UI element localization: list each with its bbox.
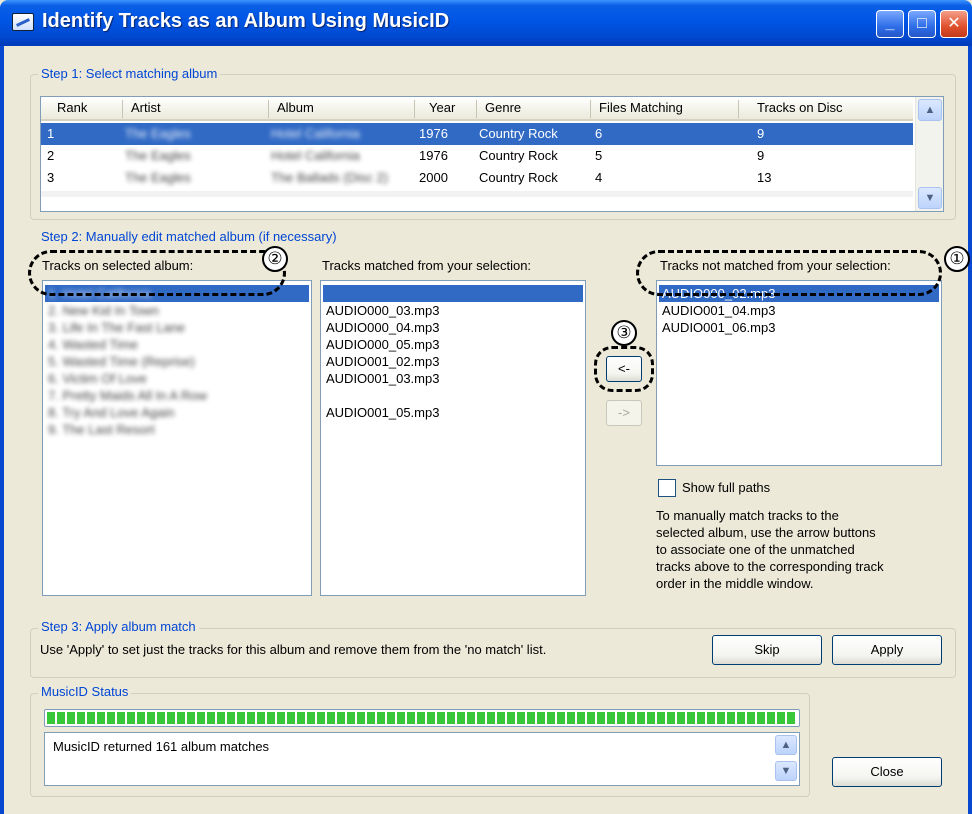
- list-item[interactable]: AUDIO001_04.mp3: [659, 302, 775, 319]
- close-button[interactable]: Close: [832, 757, 942, 787]
- step2-legend: Step 2: Manually edit matched album (if …: [38, 229, 340, 244]
- album-tracks-list[interactable]: 1. Hotel California 2. New Kid In Town 3…: [42, 280, 312, 596]
- row-tracks-on-disc: 13: [757, 170, 772, 185]
- row-album: The Ballads (Disc 2): [271, 170, 389, 185]
- annotation-marker-1: ①: [944, 246, 970, 272]
- col-files-matching[interactable]: Files Matching: [591, 100, 739, 118]
- row-genre: Country Rock: [479, 148, 558, 163]
- row-year: 1976: [419, 148, 448, 163]
- list-item[interactable]: 4. Wasted Time: [45, 336, 138, 353]
- album-row[interactable]: 1 The Eagles Hotel California 1976 Count…: [41, 123, 913, 145]
- row-year: 2000: [419, 170, 448, 185]
- annotation-highlight-1: [636, 250, 942, 296]
- progress-fill: [47, 712, 797, 724]
- col-rank[interactable]: Rank: [41, 100, 123, 118]
- row-genre: Country Rock: [479, 170, 558, 185]
- status-textbox[interactable]: MusicID returned 161 album matches ▲ ▼: [44, 732, 800, 786]
- col-artist[interactable]: Artist: [123, 100, 269, 118]
- row-artist: The Eagles: [125, 148, 191, 163]
- annotation-marker-3: ③: [611, 320, 637, 346]
- step1-legend: Step 1: Select matching album: [38, 66, 221, 81]
- list-item[interactable]: AUDIO000_05.mp3: [323, 336, 439, 353]
- album-list-scrollbar[interactable]: ▲ ▼: [915, 97, 943, 211]
- col-genre[interactable]: Genre: [477, 100, 591, 118]
- status-message: MusicID returned 161 album matches: [53, 739, 270, 754]
- maximize-button[interactable]: □: [908, 10, 936, 38]
- step3-legend: Step 3: Apply album match: [38, 619, 199, 634]
- row-year: 1976: [419, 126, 448, 141]
- row-album: Hotel California: [271, 126, 360, 141]
- show-full-paths-checkbox[interactable]: [658, 479, 676, 497]
- col-album[interactable]: Album: [269, 100, 415, 118]
- list-item[interactable]: 9. The Last Resort: [45, 421, 155, 438]
- row-artist: The Eagles: [125, 126, 191, 141]
- list-item[interactable]: 5. Wasted Time (Reprise): [45, 353, 195, 370]
- list-item[interactable]: [323, 285, 583, 302]
- album-list-header: Rank Artist Album Year Genre Files Match…: [41, 97, 913, 121]
- app-icon: [12, 13, 34, 31]
- unmatched-tracks-list[interactable]: AUDIO000_02.mp3 AUDIO001_04.mp3 AUDIO001…: [656, 280, 942, 466]
- matched-tracks-list[interactable]: AUDIO000_03.mp3 AUDIO000_04.mp3 AUDIO000…: [320, 280, 586, 596]
- row-artist: The Eagles: [125, 170, 191, 185]
- row-rank: 2: [47, 148, 55, 163]
- list-item[interactable]: 8. Try And Love Again: [45, 404, 174, 421]
- annotation-marker-2: ②: [262, 246, 288, 272]
- row-files-matching: 5: [595, 148, 603, 163]
- col-tracks-on-disc[interactable]: Tracks on Disc: [739, 100, 913, 118]
- close-window-button[interactable]: ✕: [940, 10, 968, 38]
- row-album: Hotel California: [271, 148, 360, 163]
- album-row[interactable]: 2 The Eagles Hotel California 1976 Count…: [41, 145, 913, 167]
- list-item[interactable]: AUDIO001_02.mp3: [323, 353, 439, 370]
- status-legend: MusicID Status: [38, 684, 132, 699]
- progress-bar: [44, 709, 800, 727]
- list-item[interactable]: AUDIO000_03.mp3: [323, 302, 439, 319]
- album-row-partial: [41, 191, 913, 197]
- list-item[interactable]: 3. Life In The Fast Lane: [45, 319, 185, 336]
- help-text: To manually match tracks to the selected…: [656, 508, 884, 591]
- album-row[interactable]: 3 The Eagles The Ballads (Disc 2) 2000 C…: [41, 167, 913, 189]
- window-title: Identify Tracks as an Album Using MusicI…: [42, 10, 450, 32]
- down-arrow-icon[interactable]: ▼: [775, 761, 797, 781]
- row-files-matching: 6: [595, 126, 603, 141]
- list-item[interactable]: AUDIO001_05.mp3: [323, 404, 439, 421]
- window-border-right: [968, 46, 972, 814]
- window-border-left: [0, 46, 4, 814]
- step3-description: Use 'Apply' to set just the tracks for t…: [40, 642, 547, 657]
- annotation-highlight-3: [594, 346, 654, 392]
- list-item[interactable]: 2. New Kid In Town: [45, 302, 159, 319]
- skip-button[interactable]: Skip: [712, 635, 822, 665]
- show-full-paths-label: Show full paths: [682, 480, 771, 495]
- row-tracks-on-disc: 9: [757, 126, 765, 141]
- matched-tracks-label: Tracks matched from your selection:: [322, 258, 532, 273]
- list-item[interactable]: AUDIO000_04.mp3: [323, 319, 439, 336]
- col-year[interactable]: Year: [415, 100, 477, 118]
- list-item[interactable]: [323, 387, 326, 404]
- row-rank: 1: [47, 126, 55, 141]
- list-item[interactable]: AUDIO001_06.mp3: [659, 319, 775, 336]
- row-files-matching: 4: [595, 170, 603, 185]
- album-list[interactable]: Rank Artist Album Year Genre Files Match…: [40, 96, 944, 212]
- list-item[interactable]: 6. Victim Of Love: [45, 370, 147, 387]
- up-arrow-icon[interactable]: ▲: [918, 99, 942, 121]
- row-tracks-on-disc: 9: [757, 148, 765, 163]
- list-item[interactable]: AUDIO001_03.mp3: [323, 370, 439, 387]
- move-right-button[interactable]: ->: [606, 400, 642, 426]
- up-arrow-icon[interactable]: ▲: [775, 735, 797, 755]
- row-rank: 3: [47, 170, 55, 185]
- apply-button[interactable]: Apply: [832, 635, 942, 665]
- row-genre: Country Rock: [479, 126, 558, 141]
- minimize-button[interactable]: _: [876, 10, 904, 38]
- down-arrow-icon[interactable]: ▼: [918, 187, 942, 209]
- list-item[interactable]: 7. Pretty Maids All In A Row: [45, 387, 207, 404]
- annotation-highlight-2: [28, 250, 286, 296]
